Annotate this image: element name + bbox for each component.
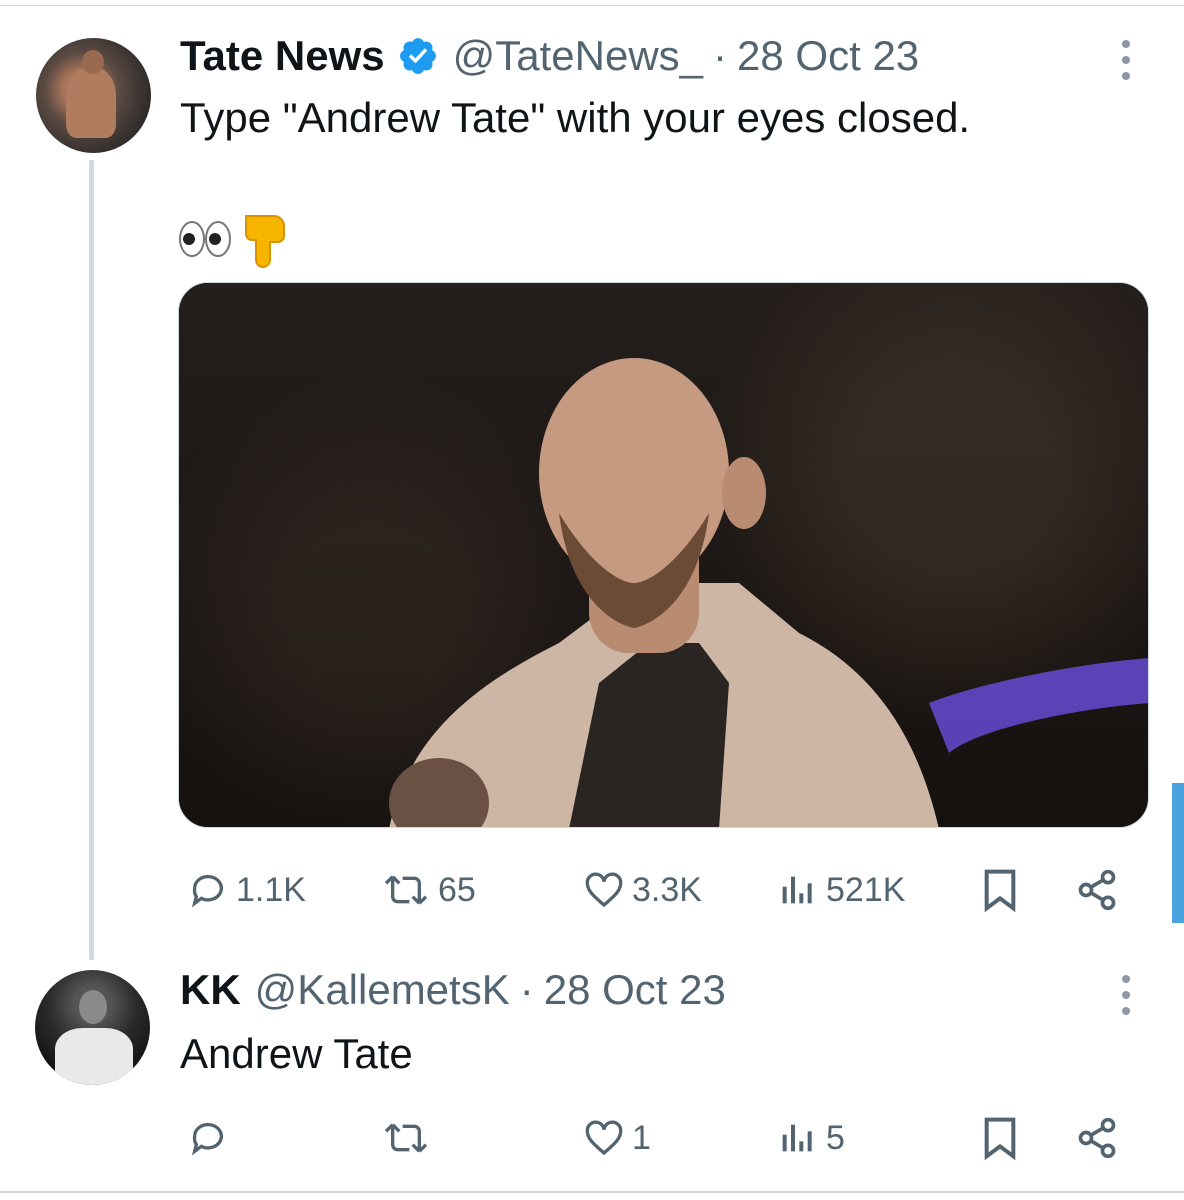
avatar[interactable]	[36, 38, 151, 153]
backhand-index-pointing-down-emoji	[245, 215, 285, 268]
share-button[interactable]	[1075, 1110, 1119, 1166]
tweet-text: Type "Andrew Tate" with your eyes closed…	[180, 94, 971, 141]
separator-dot: ·	[519, 966, 534, 1013]
tweet-actions: 1.1K 65 3.3K 521K	[180, 862, 1130, 918]
repost-icon	[384, 875, 428, 905]
tweet-actions: 1 5	[180, 1110, 1130, 1166]
views-count: 5	[826, 1118, 845, 1157]
emoji-row	[178, 208, 292, 268]
views-icon	[782, 876, 812, 904]
timestamp[interactable]: 28 Oct 23	[544, 966, 726, 1014]
avatar-figure	[66, 50, 116, 138]
views-icon	[782, 1124, 812, 1152]
share-button[interactable]	[1075, 862, 1119, 918]
separator-dot: ·	[713, 32, 728, 79]
like-count: 1	[632, 1118, 651, 1157]
bookmark-icon	[984, 1117, 1016, 1160]
user-handle[interactable]: @TateNews_	[453, 32, 703, 80]
reply-count: 1.1K	[236, 870, 306, 909]
bookmark-icon	[984, 869, 1016, 912]
like-button[interactable]: 3.3K	[584, 862, 702, 918]
share-icon	[1078, 1117, 1116, 1159]
bottom-divider	[0, 1191, 1184, 1193]
repost-icon	[384, 1123, 428, 1153]
tweet-text: Andrew Tate	[180, 1030, 413, 1077]
like-count: 3.3K	[632, 870, 702, 909]
avatar-face	[79, 990, 107, 1024]
person-photo	[389, 358, 1148, 827]
repost-button[interactable]: 65	[382, 862, 476, 918]
timestamp[interactable]: 28 Oct 23	[737, 32, 919, 80]
views-button[interactable]: 5	[778, 1110, 845, 1166]
scrollbar-thumb[interactable]	[1172, 783, 1184, 923]
views-button[interactable]: 521K	[778, 862, 905, 918]
avatar-body	[55, 1028, 133, 1085]
reply-button[interactable]: 1.1K	[188, 862, 306, 918]
display-name[interactable]: Tate News	[180, 32, 385, 80]
heart-icon	[585, 1120, 623, 1156]
verified-badge-icon	[399, 38, 436, 74]
views-count: 521K	[826, 870, 906, 909]
repost-button[interactable]	[382, 1110, 438, 1166]
tweet-header: KK @KallemetsK · 28 Oct 23	[180, 966, 726, 1014]
top-divider	[0, 0, 1184, 6]
eyes-emoji	[179, 221, 231, 257]
share-icon	[1078, 869, 1116, 911]
reply-icon	[191, 874, 223, 908]
tweet-header: Tate News @TateNews_ · 28 Oct 23	[180, 32, 919, 80]
heart-icon	[585, 872, 623, 908]
more-options-icon[interactable]	[1120, 975, 1132, 1015]
tweet-image[interactable]	[178, 282, 1149, 828]
more-options-icon[interactable]	[1120, 40, 1132, 80]
bookmark-button[interactable]	[980, 862, 1020, 918]
reply-icon	[191, 1122, 223, 1156]
avatar[interactable]	[35, 970, 150, 1085]
bookmark-button[interactable]	[980, 1110, 1020, 1166]
repost-count: 65	[438, 870, 476, 909]
thread-connector-line	[89, 160, 94, 960]
like-button[interactable]: 1	[584, 1110, 651, 1166]
reply-button[interactable]	[188, 1110, 236, 1166]
display-name[interactable]: KK	[180, 966, 241, 1014]
user-handle[interactable]: @KallemetsK	[255, 966, 510, 1014]
